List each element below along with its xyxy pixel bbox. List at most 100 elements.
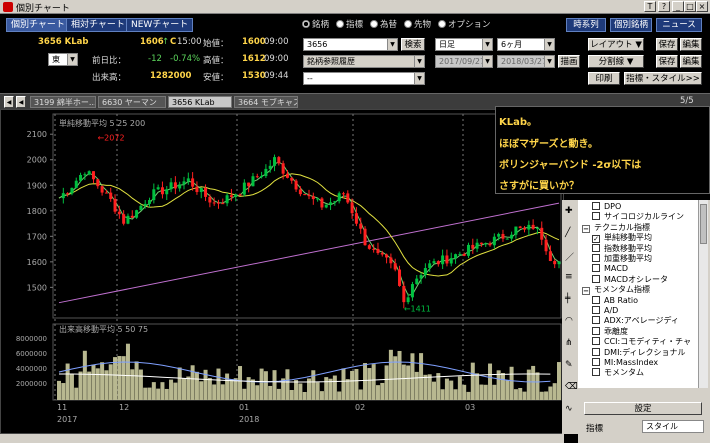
scroll-thumb[interactable] (700, 204, 707, 244)
text-tool-icon[interactable]: ✎ (565, 360, 575, 370)
indicator-item[interactable]: ADX:アベレージディ (592, 316, 679, 326)
checkbox[interactable] (592, 264, 600, 273)
timeseries-button[interactable]: 時系列 (566, 18, 606, 32)
indicator-item[interactable]: 乖離度 (592, 326, 628, 337)
radio-index[interactable]: 指標 (336, 18, 363, 30)
stock-tab-2[interactable]: 6630 ヤーマン (98, 96, 166, 108)
search-button[interactable]: 検索 (401, 38, 425, 51)
prev-arrow-icon[interactable]: ◀ (16, 96, 26, 108)
dropdown-arrow-icon[interactable]: ▼ (482, 56, 492, 67)
minimize-button[interactable]: _ (672, 1, 684, 12)
tab-individual-chart[interactable]: 個別チャート (6, 18, 70, 32)
close-button[interactable]: × (696, 1, 708, 12)
indicator-item[interactable]: 加重移動平均 (592, 254, 652, 264)
dropdown-arrow-icon[interactable]: ▼ (67, 54, 77, 65)
indicator-item[interactable]: MACDオシレータ (592, 274, 668, 285)
chart-scrollbar[interactable] (0, 434, 564, 443)
indicator-item[interactable]: DMI:ディレクショナル (592, 347, 686, 358)
print-button[interactable]: 印刷 (588, 72, 620, 85)
news-button[interactable]: ニュース (656, 18, 702, 32)
checkbox[interactable] (592, 202, 600, 210)
indicator-item[interactable]: CCI:コモディティ・チャ (592, 337, 691, 347)
indicator-style-button[interactable]: 指標・スタイル>> (624, 72, 702, 85)
stock-tab-1[interactable]: 3199 綿半ホー... (30, 96, 96, 108)
dropdown-arrow-icon[interactable]: ▼ (544, 56, 554, 67)
indicator-item[interactable]: MACD (592, 264, 628, 274)
checkbox[interactable]: ✓ (592, 235, 600, 244)
interval-select[interactable]: 日足 ▼ (435, 38, 493, 51)
dropdown-arrow-icon[interactable]: ▼ (414, 73, 424, 84)
indicator-group[interactable]: − テクニカル指標 (582, 223, 650, 233)
fibonacci-icon[interactable]: ≡ (565, 272, 575, 282)
topmost-button[interactable]: T (644, 1, 656, 12)
first-arrow-icon[interactable]: ◀ (4, 96, 14, 108)
volume-bar (423, 374, 428, 400)
cycle-icon[interactable]: ∿ (565, 404, 575, 414)
collapse-icon[interactable]: − (582, 287, 590, 296)
draw-button[interactable]: 描画 (558, 55, 580, 68)
checkbox[interactable] (592, 368, 600, 377)
channel-icon[interactable]: ╪ (565, 294, 575, 304)
checkbox[interactable] (592, 316, 600, 325)
chart-area[interactable]: 2100 2000 1900 1800 1700 1600 1500 11 12 01 02 03 20… (0, 109, 564, 434)
radio-fx[interactable]: 為替 (370, 18, 397, 30)
edit-button-2[interactable]: 編集 (680, 55, 702, 68)
history-select[interactable]: 銘柄参照履歴 ▼ (303, 55, 425, 68)
range-select[interactable]: 6ヶ月 ▼ (497, 38, 555, 51)
dropdown-arrow-icon[interactable]: ▼ (482, 39, 492, 50)
arc-icon[interactable]: ◠ (565, 316, 575, 326)
stock-tab-4[interactable]: 3664 モブキャス (234, 96, 298, 108)
stock-tab-3[interactable]: 3656 KLab (168, 96, 232, 108)
checkbox[interactable] (592, 358, 600, 366)
individual-button[interactable]: 個別銘柄 (610, 18, 652, 32)
edit-button-1[interactable]: 編集 (680, 38, 702, 51)
from-date[interactable]: 2017/09/27 ▼ (435, 55, 493, 68)
checkbox[interactable] (592, 274, 600, 283)
layout-select[interactable]: レイアウト ▼ (588, 38, 644, 51)
y-tick-label: 1800 (27, 207, 47, 216)
radio-futures[interactable]: 先物 (404, 18, 431, 30)
blank-select[interactable]: -- ▼ (303, 72, 425, 85)
indicator-item[interactable]: DPO (592, 202, 621, 212)
indicator-item[interactable]: AB Ratio (592, 295, 638, 306)
fan-icon[interactable]: ⋔ (565, 338, 575, 348)
indicator-item[interactable]: 指数移動平均 (592, 243, 652, 254)
radio-stock[interactable]: 銘柄 (302, 18, 329, 30)
checkbox[interactable] (592, 212, 600, 221)
dropdown-arrow-icon[interactable]: ▼ (544, 39, 554, 50)
crosshair-icon[interactable]: ✚ (565, 206, 575, 216)
radio-option[interactable]: オプション (438, 18, 491, 30)
settings-button[interactable]: 設定 (584, 402, 702, 415)
save-button-2[interactable]: 保存 (656, 55, 678, 68)
checkbox[interactable] (592, 306, 600, 314)
tree-scrollbar[interactable] (698, 200, 708, 388)
tab-relative-chart[interactable]: 相対チャート (66, 18, 130, 32)
eraser-icon[interactable]: ⌫ (565, 382, 578, 392)
checkbox[interactable] (592, 254, 600, 262)
checkbox[interactable] (592, 243, 600, 252)
line-icon[interactable]: ／ (565, 250, 575, 263)
maximize-button[interactable]: □ (684, 1, 696, 12)
indicator-item[interactable]: ✓ 単純移動平均 (592, 233, 652, 244)
save-button-1[interactable]: 保存 (656, 38, 678, 51)
tab-new-chart[interactable]: NEWチャート (126, 18, 194, 32)
indicator-item[interactable]: サイコロジカルライン (592, 212, 684, 222)
indicator-item[interactable]: MI:MassIndex (592, 358, 658, 368)
indicator-item[interactable]: モメンタム (592, 368, 644, 378)
collapse-icon[interactable]: − (582, 224, 590, 233)
checkbox[interactable] (592, 295, 600, 304)
to-date[interactable]: 2018/03/27 ▼ (497, 55, 555, 68)
symbol-input[interactable]: 3656 ▼ (303, 38, 398, 51)
market-select[interactable]: 東 ▼ (48, 53, 78, 66)
indicator-item[interactable]: A/D (592, 306, 618, 316)
dropdown-arrow-icon[interactable]: ▼ (414, 56, 424, 67)
trendline-icon[interactable]: ╱ (565, 228, 575, 238)
style-field[interactable]: スタイル (642, 420, 704, 433)
checkbox[interactable] (592, 337, 600, 346)
checkbox[interactable] (592, 326, 600, 335)
divider-select[interactable]: 分割線 ▼ (588, 55, 644, 68)
help-button[interactable]: ? (658, 1, 670, 12)
indicator-group[interactable]: − モメンタム指標 (582, 285, 650, 296)
checkbox[interactable] (592, 347, 600, 356)
dropdown-arrow-icon[interactable]: ▼ (387, 39, 397, 50)
